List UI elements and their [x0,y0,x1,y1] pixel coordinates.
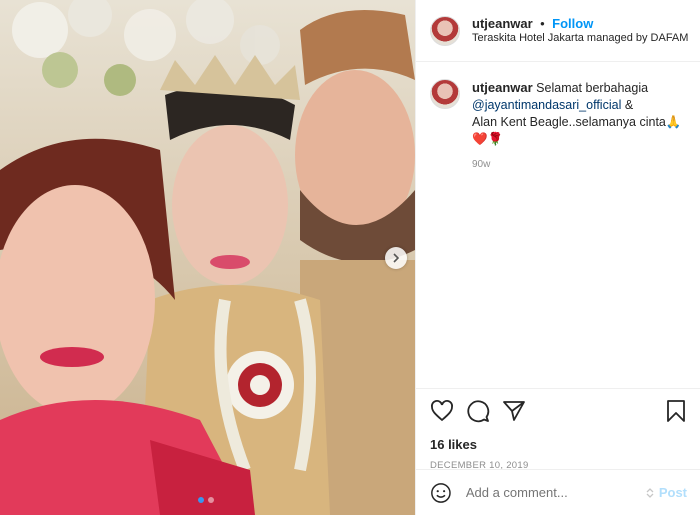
caption-text-end: Alan Kent Beagle..selamanya cinta🙏 [472,115,682,129]
post-image [0,0,415,515]
carousel-dot-active [198,497,204,503]
carousel-indicator [198,497,214,503]
caption-age[interactable]: 90w [472,156,686,173]
emoji-icon[interactable] [430,482,452,504]
caption-text-start: Selamat berbahagia [536,81,649,95]
post-side-panel: utjeanwar • Follow Teraskita Hotel Jakar… [415,0,700,515]
comment-input[interactable] [463,484,644,501]
follow-button[interactable]: Follow [552,16,593,31]
action-bar: 16 likes DECEMBER 10, 2019 [416,388,700,471]
post-photo[interactable] [0,0,415,515]
comment-icon[interactable] [466,399,490,423]
comment-box: Post [416,469,700,515]
caption-username[interactable]: utjeanwar [472,80,533,95]
carousel-dot [208,497,214,503]
post-button[interactable]: Post [644,485,687,500]
post-button-label: Post [658,485,687,500]
avatar[interactable] [430,15,460,46]
location-link[interactable]: Teraskita Hotel Jakarta managed by DAFAM [472,31,688,46]
post-header: utjeanwar • Follow Teraskita Hotel Jakar… [416,0,700,62]
next-slide-button[interactable] [385,247,407,269]
caption-avatar[interactable] [430,79,460,109]
chevron-right-icon [393,253,400,263]
caption-emojis: ❤️🌹 [472,132,504,146]
bookmark-icon[interactable] [665,399,687,423]
like-count[interactable]: 16 likes [430,437,687,452]
header-username[interactable]: utjeanwar [472,16,533,31]
heart-icon[interactable] [430,399,454,423]
share-icon[interactable] [502,399,526,423]
caption-mention[interactable]: @jayantimandasari_official [472,98,621,112]
caption: utjeanwar Selamat berbahagia @jayantiman… [416,62,700,173]
scroll-arrows-icon [646,487,654,498]
caption-ampersand: & [624,98,634,112]
header-separator: • [540,15,545,31]
